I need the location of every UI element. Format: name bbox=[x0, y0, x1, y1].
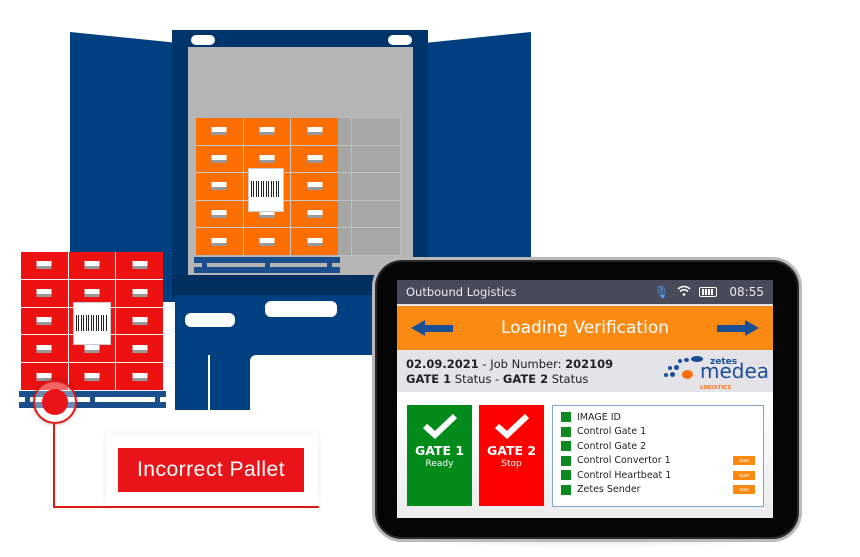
start-sender-button[interactable]: Start bbox=[733, 485, 755, 495]
incorrect-pallet-badge: Incorrect Pallet bbox=[118, 448, 304, 492]
truck-chassis bbox=[175, 295, 385, 410]
checklist-item: IMAGE ID bbox=[561, 410, 755, 425]
alert-callout: Incorrect Pallet bbox=[106, 435, 318, 505]
checklist-item: Control Convertor 1 Start bbox=[561, 454, 755, 469]
battery-icon bbox=[699, 287, 718, 297]
checkmark-icon bbox=[494, 413, 529, 439]
gate1-card[interactable]: GATE 1 Ready bbox=[407, 405, 472, 506]
empty-cargo-slots bbox=[336, 117, 401, 256]
gate1-status-label: GATE 1 bbox=[406, 372, 452, 386]
status-ok-icon bbox=[561, 441, 571, 452]
status-bar: Outbound Logistics 🎙 08:55 bbox=[397, 280, 773, 304]
status-ok-icon bbox=[561, 470, 571, 481]
gate2-name: GATE 2 bbox=[486, 443, 537, 458]
gate1-state: Ready bbox=[425, 459, 454, 469]
gate2-status-label: GATE 2 bbox=[502, 372, 549, 386]
app-title: Outbound Logistics bbox=[406, 285, 517, 299]
status-ok-icon bbox=[561, 412, 571, 423]
clock-time: 08:55 bbox=[729, 285, 764, 299]
gate2-status-suffix: Status bbox=[548, 372, 589, 386]
callout-line bbox=[53, 424, 55, 508]
microphone-icon[interactable]: 🎙 bbox=[654, 285, 669, 299]
wifi-icon bbox=[677, 285, 691, 299]
verification-content: GATE 1 Ready GATE 2 Stop IMAGE ID Contro… bbox=[397, 392, 773, 518]
frame-light-left bbox=[191, 35, 215, 45]
checklist-label: Control Heartbeat 1 bbox=[577, 469, 672, 481]
truck-pallet bbox=[194, 257, 340, 273]
arrow-right-icon[interactable] bbox=[717, 320, 759, 336]
job-info-bar: 02.09.2021 - Job Number: 202109 GATE 1 S… bbox=[397, 350, 773, 406]
checklist-label: Control Gate 2 bbox=[577, 440, 647, 452]
control-checklist: IMAGE ID Control Gate 1 Control Gate 2 C… bbox=[552, 405, 764, 507]
checklist-item: Control Heartbeat 1 Start bbox=[561, 468, 755, 483]
gate1-status-suffix: Status - bbox=[451, 372, 503, 386]
start-convertor-button[interactable]: Start bbox=[733, 456, 755, 466]
checklist-item: Control Gate 1 bbox=[561, 425, 755, 440]
frame-light-right bbox=[388, 35, 412, 45]
checklist-item: Control Gate 2 bbox=[561, 439, 755, 454]
checklist-item: Zetes Sender Start bbox=[561, 483, 755, 498]
job-number: 202109 bbox=[565, 357, 614, 371]
header-bar: Loading Verification bbox=[397, 306, 773, 350]
status-ok-icon bbox=[561, 484, 571, 495]
gate2-card[interactable]: GATE 2 Stop bbox=[479, 405, 544, 506]
start-heartbeat-button[interactable]: Start bbox=[733, 470, 755, 480]
checklist-label: Control Gate 1 bbox=[577, 426, 647, 438]
checkmark-icon bbox=[422, 413, 457, 439]
job-number-label: - Job Number: bbox=[478, 357, 566, 371]
gate1-name: GATE 1 bbox=[414, 443, 465, 458]
error-marker-dot bbox=[42, 389, 68, 415]
checklist-label: IMAGE ID bbox=[577, 411, 621, 423]
pallet-shipping-label bbox=[248, 168, 284, 212]
callout-line-horizontal bbox=[53, 506, 319, 508]
status-ok-icon bbox=[561, 455, 571, 466]
logo-product: medea bbox=[700, 359, 770, 383]
checklist-label: Zetes Sender bbox=[577, 484, 641, 496]
zetes-medea-logo: zetes medea LOGISTICS EXECUTION bbox=[664, 355, 769, 406]
incorrect-pallet-label bbox=[73, 302, 111, 345]
screen-title: Loading Verification bbox=[501, 318, 669, 338]
status-ok-icon bbox=[561, 426, 571, 437]
tablet-screen: Outbound Logistics 🎙 08:55 Loading Verif… bbox=[397, 280, 773, 518]
gate2-state: Stop bbox=[501, 459, 522, 469]
arrow-left-icon[interactable] bbox=[411, 320, 453, 336]
job-date: 02.09.2021 bbox=[406, 357, 479, 371]
checklist-label: Control Convertor 1 bbox=[577, 455, 671, 467]
